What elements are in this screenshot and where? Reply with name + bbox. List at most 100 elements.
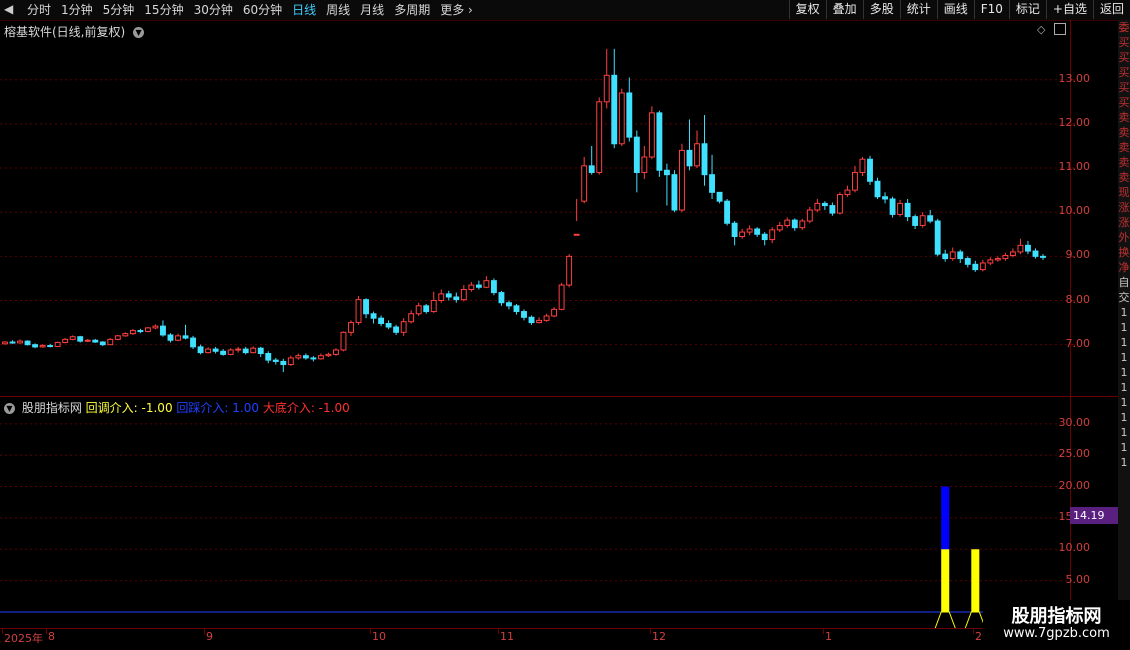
candle-body bbox=[122, 333, 129, 337]
candle-body bbox=[679, 149, 685, 211]
candlestick-chart[interactable] bbox=[0, 0, 1130, 650]
candle-body bbox=[942, 253, 949, 260]
panel-separator bbox=[0, 396, 1120, 397]
quote-strip-char: 1 bbox=[1120, 306, 1128, 319]
candle-body bbox=[701, 143, 708, 176]
price-label: 12.00 bbox=[1058, 115, 1091, 129]
candle-body bbox=[739, 231, 746, 237]
candle-body bbox=[340, 331, 347, 351]
candle-body bbox=[836, 194, 843, 214]
candle-body bbox=[897, 202, 904, 215]
quote-strip-char: 卖 bbox=[1118, 171, 1130, 184]
indicator-name: 股朋指标网 bbox=[21, 401, 82, 415]
quote-strip-char: 卖 bbox=[1118, 141, 1130, 154]
candle-body bbox=[694, 143, 700, 167]
candle-body bbox=[603, 74, 610, 103]
date-label: 2025年 bbox=[4, 632, 43, 645]
candle-body bbox=[152, 325, 159, 329]
candle-body bbox=[62, 338, 69, 343]
quote-strip-char: 卖 bbox=[1118, 156, 1130, 169]
indicator-bar bbox=[971, 549, 980, 612]
candle-body bbox=[513, 305, 520, 313]
candle-body bbox=[686, 149, 693, 167]
candle-body bbox=[934, 220, 941, 255]
candle-body bbox=[994, 258, 1001, 261]
quote-strip-char: 自 bbox=[1118, 276, 1130, 289]
candle-body bbox=[633, 136, 640, 173]
candle-body bbox=[348, 322, 354, 333]
candle-body bbox=[99, 341, 106, 346]
indicator-label: 20.00 bbox=[1058, 478, 1091, 492]
quote-strip-char: 现 bbox=[1118, 186, 1130, 199]
chevron-down-icon[interactable]: ▼ bbox=[4, 403, 15, 414]
candle-body bbox=[24, 340, 31, 346]
candle-body bbox=[160, 325, 166, 336]
candle-body bbox=[506, 302, 512, 307]
date-label: 11 bbox=[500, 630, 514, 643]
date-axis: 2025年 8 9 10 11 12 1 2 bbox=[0, 628, 1070, 645]
price-axis-line bbox=[1070, 20, 1071, 627]
quote-strip-char: 买 bbox=[1118, 81, 1130, 94]
candle-body bbox=[1002, 254, 1009, 260]
candle-body bbox=[611, 74, 618, 145]
candle-body bbox=[859, 158, 866, 173]
candle-body bbox=[746, 228, 753, 233]
price-label: 8.00 bbox=[1065, 292, 1091, 306]
candle-body bbox=[408, 313, 415, 323]
candle-body bbox=[69, 336, 76, 340]
indicator-legend-item: 大底介入: -1.00 bbox=[262, 401, 350, 415]
quote-strip-char: 1 bbox=[1120, 351, 1128, 364]
candle-body bbox=[889, 198, 896, 215]
quote-strip-char: 外 bbox=[1118, 231, 1130, 244]
candle-body bbox=[430, 300, 437, 313]
indicator-label: 10.00 bbox=[1058, 541, 1091, 555]
candle-body bbox=[573, 233, 580, 236]
candle-body bbox=[528, 316, 535, 324]
watermark-title: 股朋指标网 bbox=[1011, 606, 1102, 627]
candle-body bbox=[964, 258, 971, 265]
candle-body bbox=[2, 341, 8, 345]
quote-strip-char: 1 bbox=[1120, 381, 1128, 394]
candle-body bbox=[370, 313, 377, 319]
candle-body bbox=[393, 326, 400, 333]
candle-body bbox=[227, 349, 234, 355]
quote-strip-char: 买 bbox=[1118, 66, 1130, 79]
candle-body bbox=[400, 321, 407, 333]
candle-body bbox=[47, 345, 54, 348]
date-tick bbox=[650, 629, 651, 634]
price-label: 10.00 bbox=[1058, 204, 1091, 218]
candle-body bbox=[656, 112, 663, 171]
current-value-badge: 14.19 bbox=[1070, 507, 1119, 524]
candle-body bbox=[1025, 244, 1031, 252]
date-tick bbox=[823, 629, 824, 634]
indicator-title: ▼ 股朋指标网 回调介入: -1.00 回踩介入: 1.00 大底介入: -1.… bbox=[4, 399, 350, 416]
candle-body bbox=[235, 348, 242, 351]
quote-panel-strip[interactable]: 委买买买买买卖卖卖卖卖现涨涨外换净自交11111111111 bbox=[1118, 20, 1130, 630]
candle-body bbox=[129, 330, 136, 335]
candle-body bbox=[1040, 255, 1046, 258]
candle-body bbox=[197, 346, 204, 354]
quote-strip-char: 1 bbox=[1120, 366, 1128, 379]
candle-body bbox=[1009, 251, 1016, 256]
price-label: 7.00 bbox=[1065, 336, 1091, 350]
date-tick bbox=[370, 629, 371, 634]
candle-body bbox=[596, 101, 603, 173]
candle-body bbox=[972, 263, 979, 271]
candle-body bbox=[272, 359, 279, 362]
candle-body bbox=[257, 347, 264, 355]
date-label: 8 bbox=[48, 630, 55, 643]
candle-body bbox=[799, 220, 806, 229]
candle-body bbox=[912, 216, 919, 226]
candle-body bbox=[671, 174, 678, 211]
candle-body bbox=[475, 284, 482, 288]
candle-body bbox=[84, 339, 91, 342]
candle-body bbox=[867, 158, 873, 182]
quote-strip-char: 1 bbox=[1120, 426, 1128, 439]
candle-body bbox=[317, 355, 324, 360]
quote-strip-char: 买 bbox=[1118, 96, 1130, 109]
candle-body bbox=[904, 202, 911, 218]
candle-body bbox=[731, 222, 738, 237]
candle-body bbox=[144, 327, 151, 332]
candle-body bbox=[949, 251, 956, 260]
candle-body bbox=[776, 224, 783, 231]
